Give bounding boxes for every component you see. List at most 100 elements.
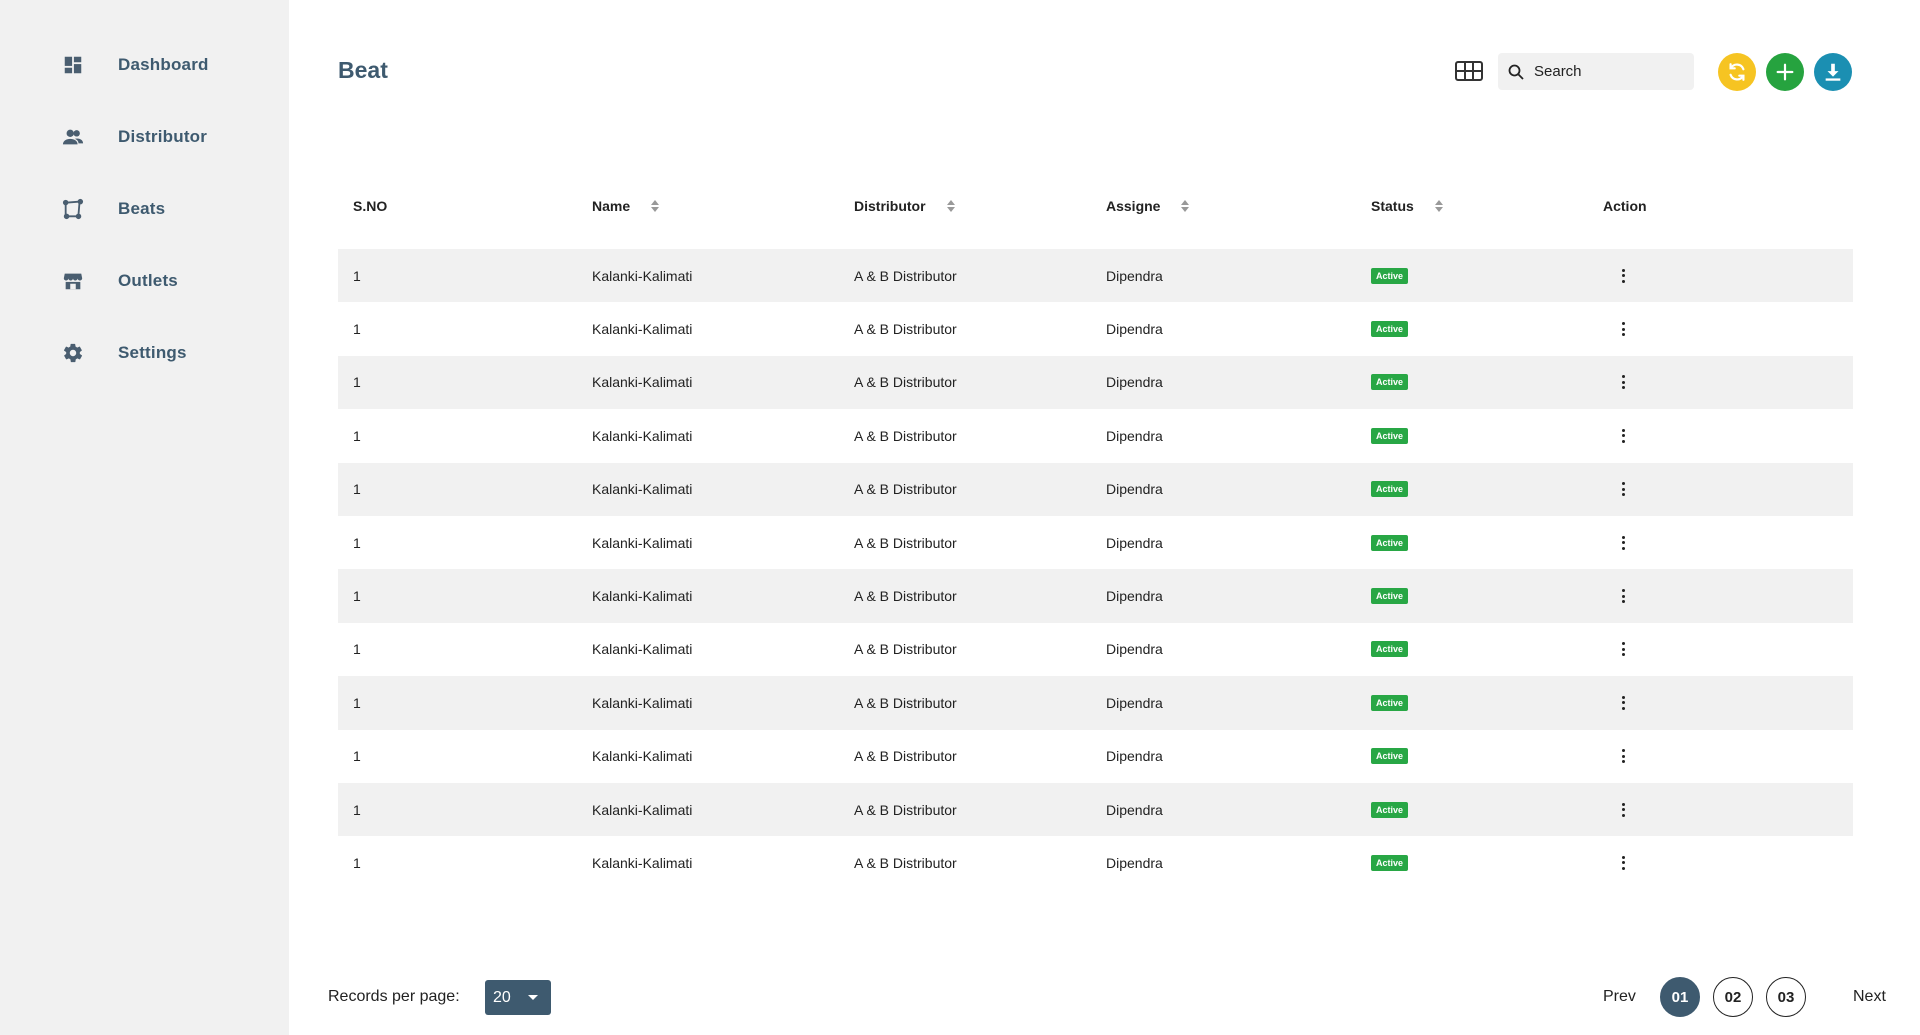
row-actions-button[interactable]	[1618, 463, 1628, 516]
table-row: 1 Kalanki-Kalimati A & B Distributor Dipend…	[338, 569, 1853, 623]
sidebar-item-beats[interactable]: Beats	[60, 194, 165, 224]
more-vertical-icon	[1621, 322, 1625, 337]
table-row: 1 Kalanki-Kalimati A & B Distributor Dipend…	[338, 782, 1853, 837]
table-row: 1 Kalanki-Kalimati A & B Distributor Dipend…	[338, 623, 1853, 676]
cell-sno: 1	[353, 588, 361, 605]
refresh-button[interactable]	[1718, 53, 1756, 91]
sidebar-item-outlets[interactable]: Outlets	[60, 266, 178, 296]
cell-status: Active	[1371, 730, 1409, 783]
cell-distributor: A & B Distributor	[854, 641, 957, 658]
cell-assignee: Dipendra	[1106, 534, 1163, 551]
cell-status: Active	[1371, 302, 1409, 355]
cell-name: Kalanki-Kalimati	[592, 321, 693, 338]
sidebar-item-label: Outlets	[118, 271, 178, 290]
row-actions-button[interactable]	[1618, 516, 1628, 569]
column-header-label: Action	[1603, 198, 1647, 214]
sort-icon[interactable]	[1434, 199, 1444, 213]
row-actions-button[interactable]	[1618, 623, 1628, 676]
cell-sno: 1	[353, 748, 361, 765]
cell-sno: 1	[353, 267, 361, 284]
row-actions-button[interactable]	[1618, 836, 1628, 889]
table-row: 1 Kalanki-Kalimati A & B Distributor Dipend…	[338, 516, 1853, 569]
sidebar-item-label: Distributor	[118, 127, 208, 146]
row-actions-button[interactable]	[1618, 409, 1628, 462]
records-per-page-select[interactable]: 20	[485, 980, 551, 1015]
pagination-page-2[interactable]: 02	[1713, 977, 1753, 1017]
add-beat-button[interactable]	[1766, 53, 1804, 91]
status-badge: Active	[1371, 267, 1409, 284]
cell-name: Kalanki-Kalimati	[592, 374, 693, 391]
status-badge: Active	[1371, 748, 1409, 765]
pagination-page-1[interactable]: 01	[1660, 977, 1700, 1017]
column-header-name[interactable]: Name	[592, 198, 660, 214]
more-vertical-icon	[1621, 749, 1625, 764]
status-badge: Active	[1371, 534, 1409, 551]
gear-icon	[60, 340, 86, 366]
more-vertical-icon	[1621, 375, 1625, 390]
column-header-label: Distributor	[854, 198, 926, 214]
cell-assignee: Dipendra	[1106, 641, 1163, 658]
cell-assignee: Dipendra	[1106, 748, 1163, 765]
column-header-status[interactable]: Status	[1371, 198, 1444, 214]
download-button[interactable]	[1814, 53, 1852, 91]
status-badge: Active	[1371, 588, 1409, 605]
cell-distributor: A & B Distributor	[854, 588, 957, 605]
pagination-prev[interactable]: Prev	[1603, 988, 1636, 1006]
row-actions-button[interactable]	[1618, 302, 1628, 355]
cell-distributor: A & B Distributor	[854, 374, 957, 391]
cell-distributor: A & B Distributor	[854, 748, 957, 765]
table-row: 1 Kalanki-Kalimati A & B Distributor Dipend…	[338, 302, 1853, 355]
row-actions-button[interactable]	[1618, 569, 1628, 622]
search-box[interactable]	[1498, 53, 1694, 90]
row-actions-button[interactable]	[1618, 783, 1628, 836]
pagination-page-3[interactable]: 03	[1766, 977, 1806, 1017]
cell-status: Active	[1371, 356, 1409, 409]
cell-assignee: Dipendra	[1106, 854, 1163, 871]
status-badge: Active	[1371, 321, 1409, 338]
row-actions-button[interactable]	[1618, 249, 1628, 302]
row-actions-button[interactable]	[1618, 730, 1628, 783]
table-body: 1 Kalanki-Kalimati A & B Distributor Dipend…	[338, 249, 1853, 890]
table-view-toggle[interactable]	[1454, 59, 1484, 83]
column-header-action: Action	[1603, 198, 1647, 214]
download-icon	[1825, 63, 1841, 81]
cell-distributor: A & B Distributor	[854, 427, 957, 444]
cell-name: Kalanki-Kalimati	[592, 641, 693, 658]
column-header-label: Name	[592, 198, 631, 214]
cell-name: Kalanki-Kalimati	[592, 801, 693, 818]
table-grid-icon	[1455, 61, 1483, 81]
cell-status: Active	[1371, 676, 1409, 729]
cell-sno: 1	[353, 641, 361, 658]
app: Dashboard Distributor Beats Outlets Sett…	[0, 0, 1920, 1035]
cell-name: Kalanki-Kalimati	[592, 267, 693, 284]
table-row: 1 Kalanki-Kalimati A & B Distributor Dipend…	[338, 836, 1853, 889]
sidebar-item-dashboard[interactable]: Dashboard	[60, 50, 208, 80]
status-badge: Active	[1371, 694, 1409, 711]
table-header: S.NO Name Distributor Assigne Status Act…	[338, 190, 1853, 225]
sidebar-item-settings[interactable]: Settings	[60, 338, 186, 368]
status-badge: Active	[1371, 801, 1409, 818]
table-row: 1 Kalanki-Kalimati A & B Distributor Dipend…	[338, 462, 1853, 516]
table-row: 1 Kalanki-Kalimati A & B Distributor Dipend…	[338, 409, 1853, 462]
sort-icon[interactable]	[650, 199, 660, 213]
cell-name: Kalanki-Kalimati	[592, 854, 693, 871]
sort-icon[interactable]	[946, 199, 956, 213]
more-vertical-icon	[1621, 482, 1625, 497]
more-vertical-icon	[1621, 428, 1625, 443]
cell-sno: 1	[353, 801, 361, 818]
status-badge: Active	[1371, 427, 1409, 444]
column-header-assignee[interactable]: Assigne	[1106, 198, 1190, 214]
sidebar-item-distributor[interactable]: Distributor	[60, 122, 207, 152]
cell-distributor: A & B Distributor	[854, 801, 957, 818]
more-vertical-icon	[1621, 855, 1625, 870]
more-vertical-icon	[1621, 642, 1625, 657]
row-actions-button[interactable]	[1618, 356, 1628, 409]
pagination-next[interactable]: Next	[1853, 988, 1886, 1006]
sidebar-item-label: Settings	[118, 343, 187, 362]
cell-status: Active	[1371, 463, 1409, 516]
cell-name: Kalanki-Kalimati	[592, 427, 693, 444]
sort-icon[interactable]	[1180, 199, 1190, 213]
column-header-distributor[interactable]: Distributor	[854, 198, 956, 214]
search-input[interactable]	[1534, 63, 1684, 80]
row-actions-button[interactable]	[1618, 676, 1628, 729]
